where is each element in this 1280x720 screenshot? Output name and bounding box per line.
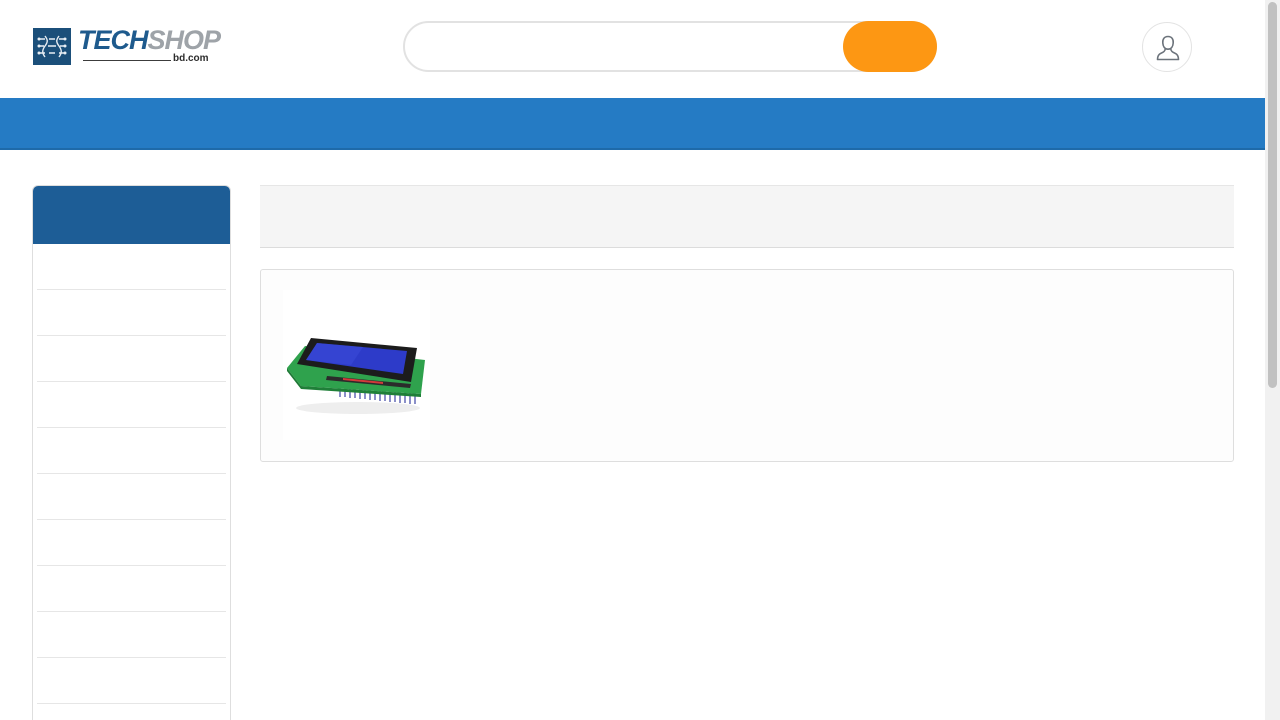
account-button[interactable] [1142, 22, 1192, 72]
circuit-chip-icon [33, 28, 71, 65]
scrollbar-thumb[interactable] [1268, 2, 1277, 388]
site-header: TECHSHOP bd.com [0, 0, 1265, 98]
page-title-bar [260, 185, 1234, 248]
category-item[interactable] [37, 658, 226, 704]
category-item[interactable] [37, 566, 226, 612]
search-button[interactable] [843, 21, 937, 72]
category-item[interactable] [37, 382, 226, 428]
lcd-display-module-image[interactable] [283, 290, 430, 440]
main-nav-bar [0, 98, 1265, 150]
category-item[interactable] [37, 336, 226, 382]
product-card [260, 269, 1234, 462]
sidebar-header [33, 186, 230, 244]
category-item[interactable] [37, 428, 226, 474]
search-input[interactable] [423, 35, 823, 59]
category-item[interactable] [37, 612, 226, 658]
category-list [33, 244, 230, 720]
category-sidebar [32, 185, 231, 720]
site-logo[interactable]: TECHSHOP bd.com [33, 25, 223, 68]
logo-text-tech: TECH [78, 25, 148, 55]
page: TECHSHOP bd.com [0, 0, 1280, 720]
logo-text-shop: SHOP [147, 25, 222, 55]
category-item[interactable] [37, 704, 226, 720]
logo-wordmark: TECHSHOP [78, 25, 222, 55]
page-scrollbar[interactable] [1265, 0, 1280, 720]
category-item[interactable] [37, 290, 226, 336]
category-item[interactable] [37, 244, 226, 290]
category-item[interactable] [37, 520, 226, 566]
logo-divider [83, 60, 171, 61]
logo-subtext: bd.com [173, 53, 209, 64]
category-item[interactable] [37, 474, 226, 520]
